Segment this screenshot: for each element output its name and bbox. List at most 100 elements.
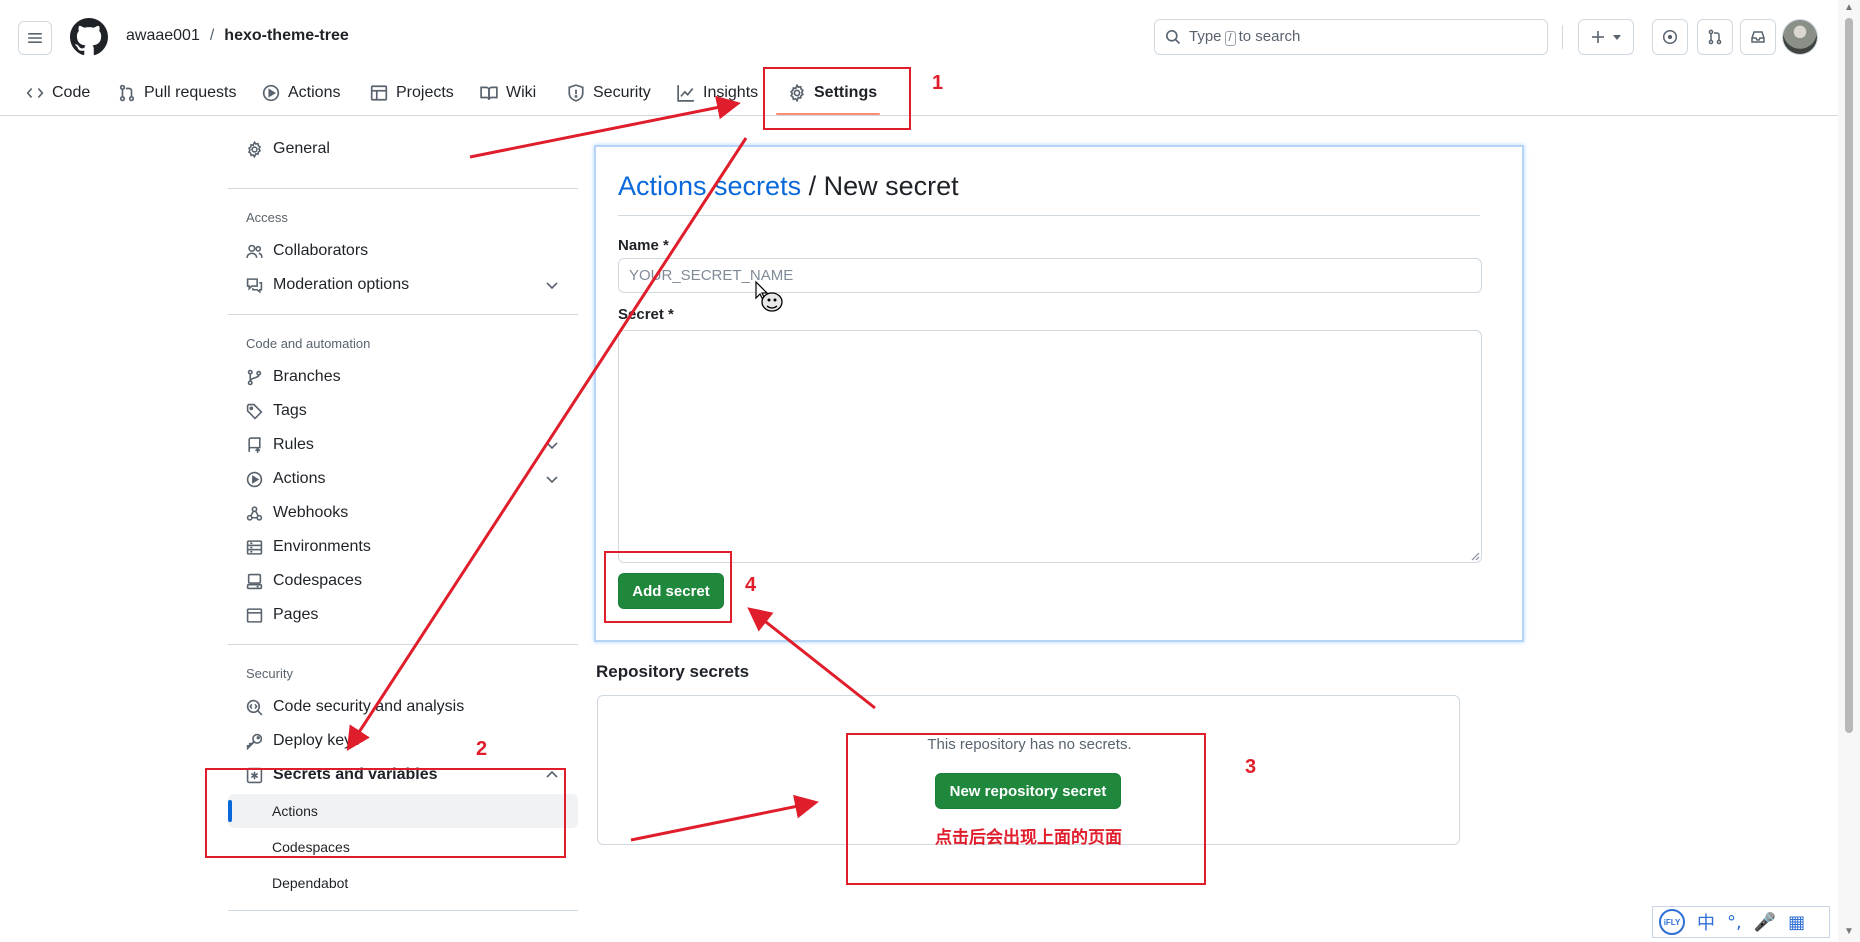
- annotation-box-new-secret: [846, 733, 1206, 885]
- tab-wiki[interactable]: Wiki: [480, 78, 536, 108]
- name-label: Name *: [618, 237, 669, 254]
- page-title: Actions secrets / New secret: [618, 171, 959, 202]
- repo-owner-link[interactable]: awaae001: [126, 27, 200, 45]
- inbox-button[interactable]: [1740, 19, 1776, 55]
- git-branch-icon: [247, 369, 262, 385]
- sidebar-divider: [228, 644, 578, 645]
- sidebar-divider: [228, 188, 578, 189]
- tab-actions[interactable]: Actions: [262, 78, 340, 108]
- server-icon: [246, 539, 263, 555]
- sidebar-item-branches[interactable]: Branches: [228, 360, 578, 394]
- play-icon: [246, 471, 263, 487]
- sidebar-item-collaborators[interactable]: Collaborators: [228, 234, 578, 268]
- sidebar-item-webhooks-label: Webhooks: [273, 504, 349, 521]
- github-logo-icon[interactable]: [70, 18, 108, 56]
- tab-pull-requests-label: Pull requests: [144, 84, 237, 101]
- sidebar-item-code-security[interactable]: Code security and analysis: [228, 690, 578, 724]
- issue-opened-icon: [1662, 29, 1678, 45]
- breadcrumb-separator: /: [209, 27, 215, 44]
- resize-handle-icon[interactable]: [1470, 551, 1480, 561]
- sidebar-item-codespaces[interactable]: Codespaces: [228, 564, 578, 598]
- tab-code-label: Code: [52, 84, 91, 101]
- pull-requests-button[interactable]: [1697, 19, 1733, 55]
- secret-value-textarea[interactable]: [618, 330, 1482, 563]
- book-icon: [480, 86, 498, 100]
- repo-push-icon: [248, 436, 261, 453]
- sidebar-item-moderation-label: Moderation options: [273, 276, 410, 293]
- tab-projects[interactable]: Projects: [370, 78, 454, 108]
- tab-insights[interactable]: Insights: [677, 78, 758, 108]
- sidebar-item-codespaces-label: Codespaces: [273, 572, 362, 589]
- pull-request-icon: [119, 84, 135, 102]
- sidebar-item-webhooks[interactable]: Webhooks: [228, 496, 578, 530]
- sidebar-item-collaborators-label: Collaborators: [273, 242, 369, 259]
- browser-icon: [246, 607, 263, 623]
- scroll-down-arrow-icon[interactable]: ▼: [1844, 926, 1854, 937]
- scroll-up-arrow-icon[interactable]: ▲: [1844, 2, 1854, 13]
- chevron-down-icon[interactable]: [544, 471, 560, 487]
- sidebar-item-code-security-label: Code security and analysis: [273, 698, 465, 715]
- sidebar-heading-security: Security: [246, 666, 293, 681]
- menu-icon[interactable]: [18, 21, 52, 55]
- annotation-number-1: 1: [932, 72, 944, 94]
- annotation-box-settings: [763, 67, 911, 130]
- sidebar-item-rules[interactable]: Rules: [228, 428, 578, 462]
- repo-name-link[interactable]: hexo-theme-tree: [224, 27, 348, 45]
- key-icon: [246, 733, 263, 750]
- page-title-rest: / New secret: [801, 171, 959, 201]
- app-header: awaae001 / hexo-theme-tree Type / to searc…: [0, 0, 1838, 62]
- sidebar-heading-access: Access: [246, 210, 288, 225]
- chevron-down-icon[interactable]: [544, 437, 560, 453]
- play-icon: [262, 84, 280, 102]
- sidebar-item-pages[interactable]: Pages: [228, 598, 578, 632]
- tab-security-label: Security: [593, 84, 651, 101]
- sidebar-item-deploy-keys-label: Deploy keys: [273, 732, 361, 749]
- people-icon: [246, 244, 263, 258]
- ifly-logo-icon[interactable]: iFLY: [1659, 909, 1685, 935]
- sidebar-item-environments[interactable]: Environments: [228, 530, 578, 564]
- search-input[interactable]: Type / to search: [1154, 19, 1548, 55]
- sidebar-item-environments-label: Environments: [273, 538, 371, 555]
- issues-button[interactable]: [1652, 19, 1688, 55]
- sidebar-item-branches-label: Branches: [273, 368, 341, 385]
- sidebar-item-deploy-keys[interactable]: Deploy keys: [228, 724, 578, 758]
- user-avatar[interactable]: [1782, 19, 1818, 55]
- sidebar-item-tags[interactable]: Tags: [228, 394, 578, 428]
- graph-icon: [677, 85, 694, 102]
- sidebar-item-actions[interactable]: Actions: [228, 462, 578, 496]
- ime-language-toggle[interactable]: 中: [1697, 909, 1715, 935]
- new-secret-panel: Actions secrets / New secret Name * Secr…: [594, 145, 1524, 642]
- sidebar-subitem-dependabot[interactable]: Dependabot: [228, 866, 578, 900]
- secret-name-input[interactable]: [618, 258, 1482, 293]
- sidebar-item-tags-label: Tags: [273, 402, 307, 419]
- sidebar-divider: [228, 314, 578, 315]
- ime-microphone-icon[interactable]: 🎤: [1754, 912, 1776, 933]
- code-icon: [26, 87, 44, 99]
- page-scrollbar[interactable]: ▲ ▼: [1838, 0, 1860, 942]
- search-placeholder-prefix: Type: [1189, 28, 1222, 45]
- sidebar-item-actions-label: Actions: [273, 470, 326, 487]
- tab-code[interactable]: Code: [26, 78, 90, 108]
- chevron-down-icon[interactable]: [544, 277, 560, 293]
- sidebar-divider: [228, 910, 578, 911]
- tab-pull-requests[interactable]: Pull requests: [118, 78, 237, 108]
- sidebar-item-moderation[interactable]: Moderation options: [228, 268, 578, 302]
- tab-security[interactable]: Security: [567, 78, 651, 108]
- actions-secrets-link[interactable]: Actions secrets: [618, 171, 801, 201]
- annotation-number-2: 2: [476, 738, 488, 760]
- shield-icon: [568, 84, 584, 102]
- table-icon: [370, 85, 388, 101]
- sidebar-item-rules-label: Rules: [273, 436, 314, 453]
- sidebar-item-pages-label: Pages: [273, 606, 319, 623]
- secret-label: Secret *: [618, 306, 674, 323]
- ime-punctuation-icon[interactable]: °,: [1727, 912, 1742, 933]
- webhook-icon: [246, 505, 263, 521]
- comment-discussion-icon: [246, 277, 263, 294]
- tab-actions-label: Actions: [288, 84, 341, 101]
- ime-grid-icon[interactable]: ▦: [1788, 912, 1805, 933]
- annotation-note: 点击后会出现上面的页面: [935, 828, 1122, 848]
- create-new-button[interactable]: [1578, 19, 1634, 55]
- scrollbar-thumb[interactable]: [1845, 18, 1853, 733]
- sidebar-item-general[interactable]: General: [228, 132, 578, 166]
- search-shortcut-key: /: [1224, 31, 1236, 46]
